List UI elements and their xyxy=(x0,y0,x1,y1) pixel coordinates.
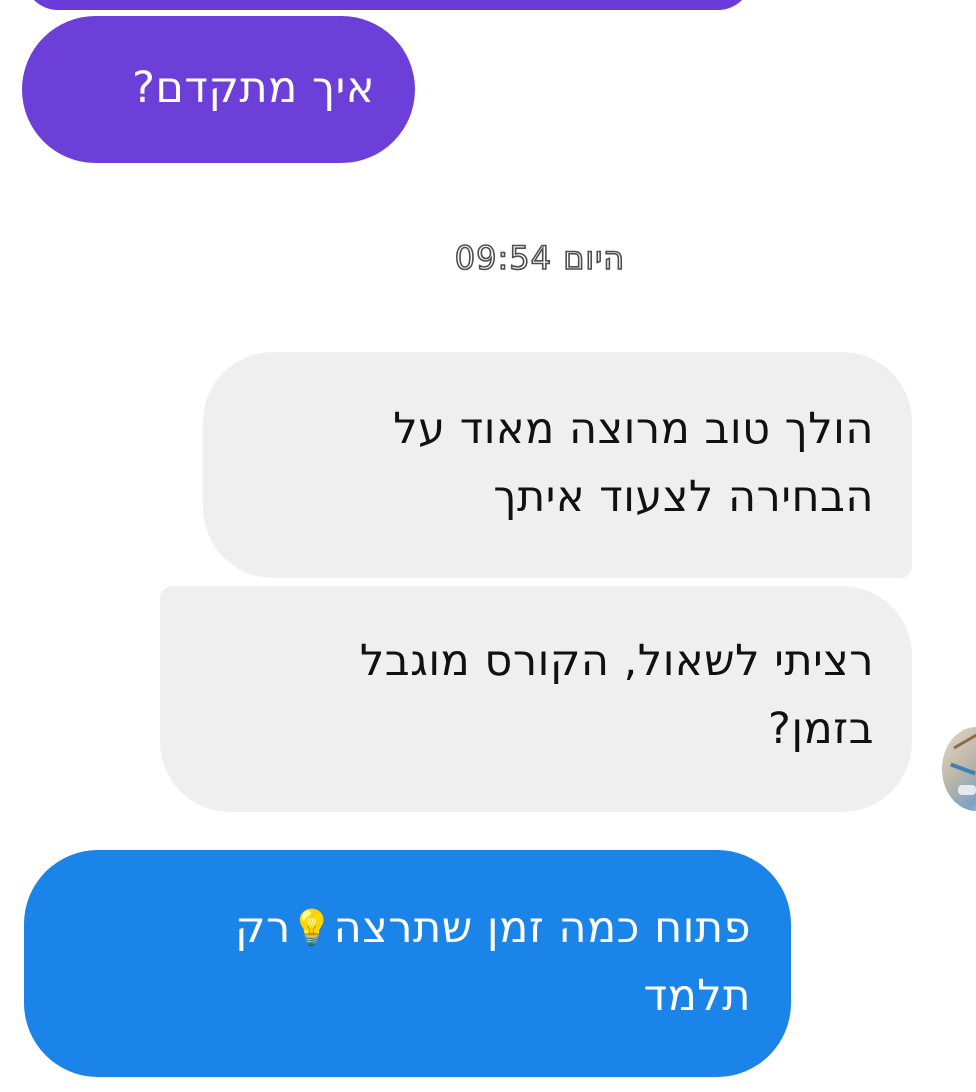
message-text-line: רציתי לשאול, הקורס מוגבל xyxy=(359,636,874,686)
message-text: פתוח כמה זמן שתרצה xyxy=(333,903,751,953)
received-message-bubble[interactable]: הולך טוב מרוצה מאוד על הבחירה לצעוד איתך xyxy=(203,352,912,578)
previous-message-bubble[interactable] xyxy=(24,0,752,10)
timestamp-divider: היום 09:54 xyxy=(454,238,626,278)
received-message-bubble[interactable]: רציתי לשאול, הקורס מוגבל בזמן? xyxy=(160,586,912,812)
contact-avatar[interactable] xyxy=(942,727,976,811)
message-text: איך מתקדם? xyxy=(132,63,375,113)
message-text-line: הולך טוב מרוצה מאוד על xyxy=(393,404,874,454)
message-text-line: הבחירה לצעוד איתך xyxy=(493,472,874,522)
avatar-decor xyxy=(950,762,976,776)
message-text-line: בזמן? xyxy=(768,704,874,754)
light-bulb-icon: 💡 xyxy=(290,908,334,948)
sent-reply-bubble[interactable]: פתוח כמה זמן שתרצה💡רק תלמד xyxy=(24,850,791,1077)
avatar-decor xyxy=(958,785,976,795)
message-text-line: פתוח כמה זמן שתרצה💡רק xyxy=(54,894,751,962)
avatar-decor xyxy=(953,731,976,750)
message-text: רק xyxy=(235,903,291,953)
message-text-line: תלמד xyxy=(643,971,751,1021)
sent-message-bubble[interactable]: איך מתקדם? xyxy=(22,16,415,163)
